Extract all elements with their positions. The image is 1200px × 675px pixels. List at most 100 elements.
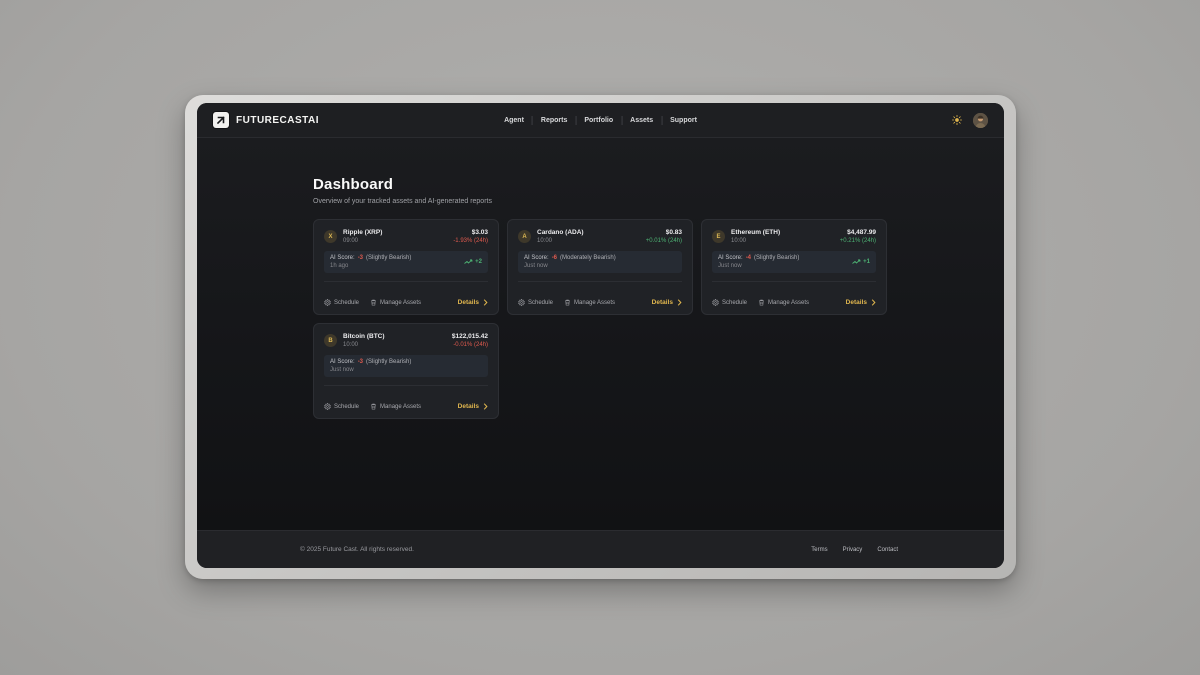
manage-assets-button[interactable]: Manage Assets — [564, 299, 615, 306]
ai-score-value: -3 — [358, 359, 363, 365]
trend-value: +1 — [863, 259, 870, 265]
app-footer: © 2025 Future Cast. All rights reserved.… — [197, 530, 1004, 568]
coin-price: $4,487.99 — [840, 229, 876, 236]
asset-card-ethereum: E Ethereum (ETH) 10:00 $4,487.99 +0.21% … — [701, 219, 887, 315]
ai-score-panel: AI Score: -6 (Moderately Bearish) Just n… — [518, 251, 682, 273]
card-header: A Cardano (ADA) 10:00 $0.83 +0.01% (24h) — [518, 229, 682, 244]
nav-divider — [575, 116, 576, 125]
desktop-background: FUTURECASTAI Agent Reports Portfolio Ass… — [0, 0, 1200, 675]
schedule-button[interactable]: Schedule — [518, 299, 553, 306]
schedule-button[interactable]: Schedule — [712, 299, 747, 306]
chevron-right-icon — [483, 299, 488, 306]
footer-link-contact[interactable]: Contact — [877, 547, 898, 553]
details-button[interactable]: Details — [458, 299, 488, 306]
coin-avatar: E — [712, 230, 725, 243]
ai-score-prefix: AI Score: — [330, 255, 355, 261]
coin-initial: B — [328, 338, 332, 344]
header-right — [952, 113, 988, 128]
manage-assets-label: Manage Assets — [768, 300, 809, 306]
trash-icon — [370, 403, 377, 410]
coin-time: 10:00 — [343, 342, 385, 348]
schedule-label: Schedule — [334, 404, 359, 410]
gear-icon — [324, 299, 331, 306]
card-actions: Schedule Manage Assets Details — [518, 299, 682, 306]
coin-change: +0.21% (24h) — [840, 238, 876, 244]
nav-item-reports[interactable]: Reports — [541, 115, 567, 126]
chevron-right-icon — [871, 299, 876, 306]
score-updated: 1h ago — [330, 263, 411, 269]
coin-avatar: X — [324, 230, 337, 243]
ai-score-panel: AI Score: -3 (Slightly Bearish) Just now — [324, 355, 488, 377]
user-avatar[interactable] — [973, 113, 988, 128]
asset-card-grid: X Ripple (XRP) 09:00 $3.03 -1.93% (24h) — [313, 219, 889, 419]
schedule-label: Schedule — [334, 300, 359, 306]
brand-name: FUTURECASTAI — [236, 115, 319, 126]
divider — [324, 385, 488, 386]
nav-divider — [661, 116, 662, 125]
details-button[interactable]: Details — [458, 403, 488, 410]
ai-score-label: (Slightly Bearish) — [754, 255, 799, 261]
manage-assets-label: Manage Assets — [380, 404, 421, 410]
main-content: Dashboard Overview of your tracked asset… — [197, 138, 1004, 530]
gear-icon — [712, 299, 719, 306]
schedule-button[interactable]: Schedule — [324, 403, 359, 410]
ai-score-prefix: AI Score: — [524, 255, 549, 261]
trash-icon — [758, 299, 765, 306]
ai-score-value: -4 — [746, 255, 751, 261]
details-button[interactable]: Details — [652, 299, 682, 306]
card-actions: Schedule Manage Assets Details — [324, 299, 488, 306]
card-header: X Ripple (XRP) 09:00 $3.03 -1.93% (24h) — [324, 229, 488, 244]
footer-link-privacy[interactable]: Privacy — [843, 547, 863, 553]
ai-score-prefix: AI Score: — [330, 359, 355, 365]
coin-change: +0.01% (24h) — [646, 238, 682, 244]
coin-name: Bitcoin (BTC) — [343, 333, 385, 340]
coin-time: 10:00 — [537, 238, 584, 244]
manage-assets-button[interactable]: Manage Assets — [758, 299, 809, 306]
score-trend: +1 — [852, 259, 870, 265]
coin-price: $0.83 — [646, 229, 682, 236]
nav-item-assets[interactable]: Assets — [630, 115, 653, 126]
sun-icon[interactable] — [952, 115, 962, 125]
arrow-up-right-icon — [213, 112, 229, 128]
copyright-text: © 2025 Future Cast. All rights reserved. — [300, 546, 414, 553]
trend-value: +2 — [475, 259, 482, 265]
device-frame: FUTURECASTAI Agent Reports Portfolio Ass… — [185, 95, 1016, 579]
coin-change: -0.01% (24h) — [452, 342, 488, 348]
nav-item-portfolio[interactable]: Portfolio — [584, 115, 613, 126]
manage-assets-button[interactable]: Manage Assets — [370, 403, 421, 410]
gear-icon — [518, 299, 525, 306]
asset-card-ripple: X Ripple (XRP) 09:00 $3.03 -1.93% (24h) — [313, 219, 499, 315]
manage-assets-button[interactable]: Manage Assets — [370, 299, 421, 306]
footer-link-terms[interactable]: Terms — [811, 547, 827, 553]
details-button[interactable]: Details — [846, 299, 876, 306]
coin-name: Cardano (ADA) — [537, 229, 584, 236]
ai-score-label: (Slightly Bearish) — [366, 255, 411, 261]
nav-item-support[interactable]: Support — [670, 115, 697, 126]
coin-name: Ripple (XRP) — [343, 229, 382, 236]
details-label: Details — [458, 299, 479, 306]
details-label: Details — [652, 299, 673, 306]
schedule-label: Schedule — [722, 300, 747, 306]
score-updated: Just now — [524, 263, 616, 269]
nav-item-agent[interactable]: Agent — [504, 115, 524, 126]
ai-score-panel: AI Score: -4 (Slightly Bearish) Just now — [712, 251, 876, 273]
app-window: FUTURECASTAI Agent Reports Portfolio Ass… — [197, 103, 1004, 568]
details-label: Details — [846, 299, 867, 306]
ai-score-label: (Slightly Bearish) — [366, 359, 411, 365]
coin-initial: X — [328, 234, 332, 240]
schedule-button[interactable]: Schedule — [324, 299, 359, 306]
schedule-label: Schedule — [528, 300, 553, 306]
divider — [324, 281, 488, 282]
brand: FUTURECASTAI — [213, 112, 319, 128]
score-updated: Just now — [718, 263, 799, 269]
trash-icon — [564, 299, 571, 306]
trending-up-icon — [464, 259, 473, 265]
divider — [518, 281, 682, 282]
asset-card-bitcoin: B Bitcoin (BTC) 10:00 $122,015.42 -0.01%… — [313, 323, 499, 419]
chevron-right-icon — [483, 403, 488, 410]
footer-links: Terms Privacy Contact — [811, 547, 898, 553]
details-label: Details — [458, 403, 479, 410]
card-actions: Schedule Manage Assets Details — [712, 299, 876, 306]
manage-assets-label: Manage Assets — [574, 300, 615, 306]
ai-score-prefix: AI Score: — [718, 255, 743, 261]
